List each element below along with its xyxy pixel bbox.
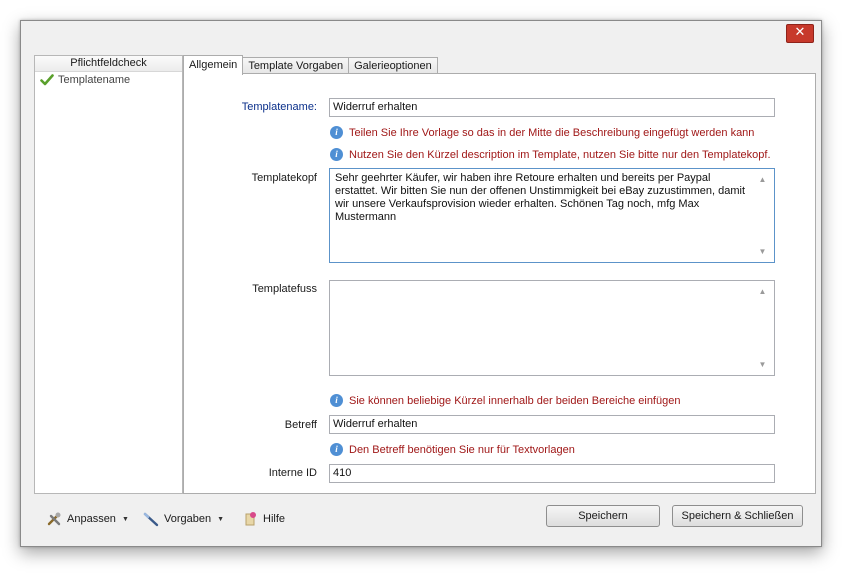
vorgaben-label: Vorgaben	[164, 513, 212, 525]
close-button[interactable]: ✕	[786, 24, 814, 43]
save-and-close-button[interactable]: Speichern & Schließen	[672, 505, 803, 527]
hilfe-label: Hilfe	[263, 513, 286, 525]
checkmark-icon	[40, 73, 54, 85]
hint-text: Nutzen Sie den Kürzel description im Tem…	[349, 148, 771, 161]
vorgaben-menu[interactable]: Vorgaben ▼	[143, 511, 224, 527]
interne-id-input[interactable]: 410	[329, 464, 775, 483]
hilfe-link[interactable]: Hilfe	[242, 511, 285, 527]
templatename-input[interactable]: Widerruf erhalten	[329, 98, 775, 117]
templatename-label: Templatename:	[241, 101, 317, 113]
chevron-down-icon: ▼	[217, 515, 225, 523]
tab-allgemein[interactable]: Allgemein	[183, 55, 244, 75]
anpassen-label: Anpassen	[67, 513, 116, 525]
anpassen-menu[interactable]: Anpassen ▼	[46, 511, 129, 527]
scroll-up-icon[interactable]: ▲	[758, 287, 767, 296]
help-icon	[245, 512, 256, 526]
chevron-down-icon: ▼	[121, 515, 129, 523]
save-button[interactable]: Speichern	[546, 505, 660, 527]
wand-icon	[143, 512, 159, 527]
scroll-down-icon[interactable]: ▼	[758, 360, 767, 369]
required-field-check-panel: Pflichtfeldcheck Templatename	[34, 55, 183, 494]
hint-description-shortcode: i Nutzen Sie den Kürzel description im T…	[330, 148, 771, 161]
info-icon: i	[330, 126, 343, 139]
templatekopf-textarea[interactable]: Sehr geehrter Käufer, wir haben ihre Ret…	[329, 168, 775, 263]
betreff-input[interactable]: Widerruf erhalten	[329, 415, 775, 434]
info-icon: i	[330, 394, 343, 407]
templatekopf-text: Sehr geehrter Käufer, wir haben ihre Ret…	[335, 172, 746, 223]
betreff-label: Betreff	[284, 419, 317, 431]
templatefuss-textarea[interactable]: ▲ ▼	[329, 280, 775, 376]
scroll-down-icon[interactable]: ▼	[758, 247, 767, 256]
left-panel-item-templatename[interactable]: Templatename	[35, 72, 182, 87]
tools-icon	[47, 512, 61, 526]
hint-text: Den Betreff benötigen Sie nur für Textvo…	[349, 443, 575, 456]
left-panel-item-label: Templatename	[58, 73, 131, 86]
templatefuss-label: Templatefuss	[252, 283, 317, 295]
dialog-window: ✕ Pflichtfeldcheck Templatename Allgemei…	[20, 20, 822, 547]
hint-text: Teilen Sie Ihre Vorlage so das in der Mi…	[349, 126, 755, 139]
tab-template-vorgaben[interactable]: Template Vorgaben	[242, 57, 350, 74]
hint-shortcodes: i Sie können beliebige Kürzel innerhalb …	[330, 394, 680, 407]
scroll-up-icon[interactable]: ▲	[758, 175, 767, 184]
tab-bar: Allgemein Template Vorgaben Galerieoptio…	[183, 55, 438, 75]
hint-betreff: i Den Betreff benötigen Sie nur für Text…	[330, 443, 575, 456]
info-icon: i	[330, 148, 343, 161]
templatekopf-label: Templatekopf	[251, 172, 317, 184]
tab-content-allgemein: Templatename: Widerruf erhalten i Teilen…	[183, 73, 816, 494]
info-icon: i	[330, 443, 343, 456]
hint-text: Sie können beliebige Kürzel innerhalb de…	[349, 394, 681, 407]
hint-share-template: i Teilen Sie Ihre Vorlage so das in der …	[330, 126, 754, 139]
tab-galerieoptionen[interactable]: Galerieoptionen	[348, 57, 438, 74]
interne-id-label: Interne ID	[268, 467, 317, 479]
left-panel-header: Pflichtfeldcheck	[35, 56, 182, 72]
